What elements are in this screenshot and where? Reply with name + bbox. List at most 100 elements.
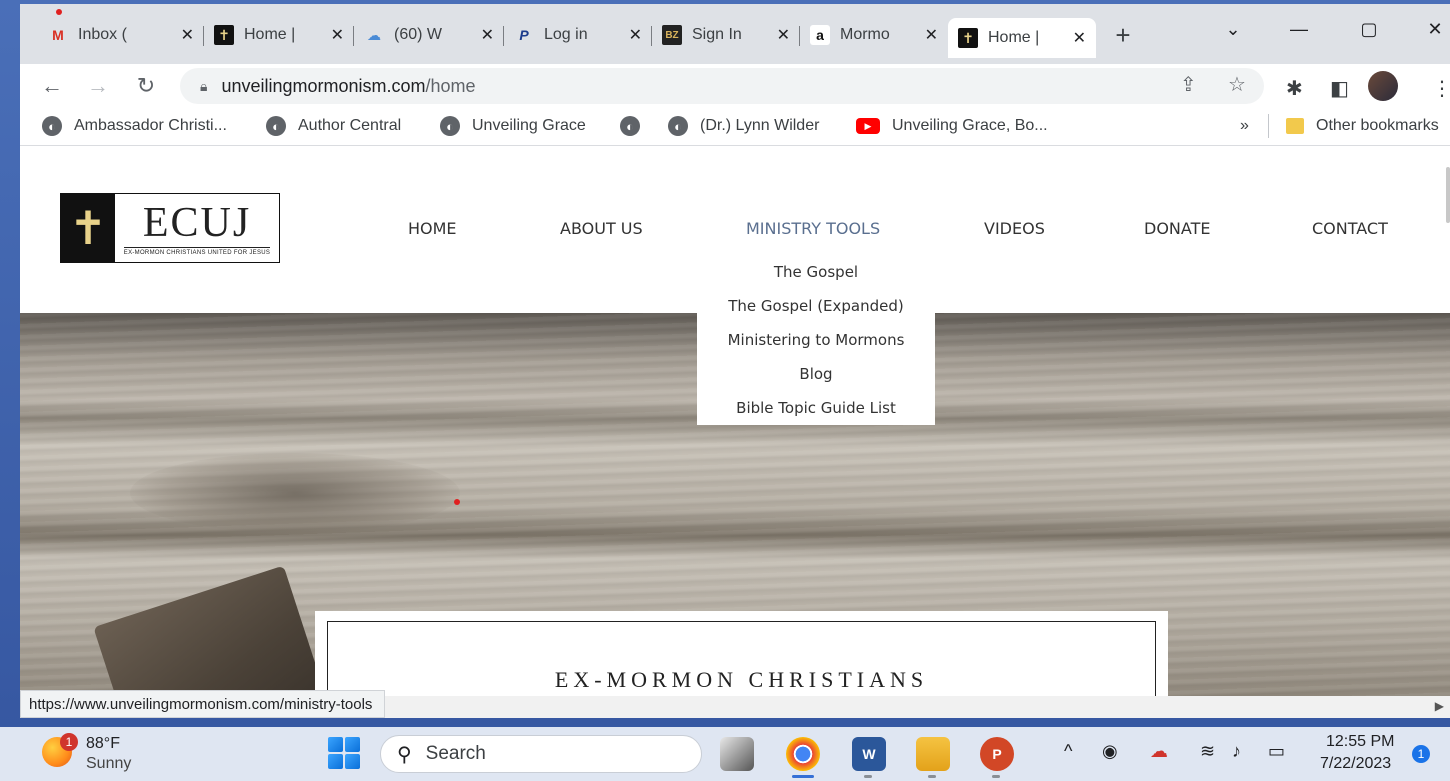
wifi-icon[interactable]: ≋ (1200, 741, 1215, 762)
globe-icon: ◐ (668, 116, 688, 136)
clock-date[interactable]: 7/22/2023 (1320, 755, 1391, 773)
nav-videos[interactable]: VIDEOS (984, 219, 1045, 238)
nav-donate[interactable]: DONATE (1144, 219, 1210, 238)
tab-title: Home | (244, 26, 296, 43)
nav-home[interactable]: HOME (408, 219, 457, 238)
bookmark-item[interactable]: ◐ Unveiling Grace (440, 114, 586, 138)
close-tab-icon[interactable]: ✕ (481, 25, 494, 45)
nav-contact[interactable]: CONTACT (1312, 219, 1388, 238)
audio-app-icon[interactable]: ◉ (1102, 741, 1118, 762)
dropdown-item-bible-topic-guide-list[interactable]: Bible Topic Guide List (697, 399, 935, 417)
tab-w[interactable]: ☁ (60) W ✕ (354, 18, 504, 52)
logo-title: ECUJ (142, 199, 252, 246)
overflow-chevron-icon: » (1240, 117, 1249, 134)
bookmark-item[interactable]: ◐ Ambassador Christi... (42, 114, 227, 138)
word-icon[interactable]: W (852, 737, 886, 771)
paypal-icon: P (519, 27, 529, 43)
tray-chevron-icon[interactable]: ^ (1064, 741, 1072, 762)
tab-signin[interactable]: BZ Sign In ✕ (652, 18, 800, 52)
folder-icon (1286, 118, 1304, 134)
new-tab-button[interactable]: + (1106, 18, 1140, 52)
other-bookmarks-label: Other bookmarks (1316, 117, 1439, 134)
tab-title: (60) W (394, 26, 442, 43)
tab-amazon[interactable]: a Mormo ✕ (800, 18, 948, 52)
close-tab-icon[interactable]: ✕ (1073, 28, 1086, 48)
reload-icon[interactable]: ↻ (130, 70, 162, 102)
nav-ministry-tools[interactable]: MINISTRY TOOLS (746, 219, 880, 238)
onedrive-error-icon[interactable]: ☁ (1150, 741, 1168, 762)
weather-condition[interactable]: Sunny (86, 755, 131, 773)
avatar[interactable] (1368, 71, 1398, 101)
tab-inbox[interactable]: M Inbox ( ✕ (38, 18, 204, 52)
dropdown-item-blog[interactable]: Blog (697, 365, 935, 383)
minimize-icon[interactable]: — (1284, 14, 1314, 44)
volume-icon[interactable]: ♪ (1232, 741, 1241, 762)
notification-badge[interactable]: 1 (1412, 745, 1430, 763)
chrome-icon[interactable] (786, 737, 820, 771)
search-icon: ⚲ (397, 743, 412, 766)
status-bar-url: https://www.unveilingmormonism.com/minis… (20, 690, 386, 718)
clock-time[interactable]: 12:55 PM (1326, 733, 1394, 751)
bookmark-item[interactable]: ◐ (620, 114, 652, 138)
forward-icon[interactable]: → (82, 70, 114, 102)
hero-text-box: EX-MORMON CHRISTIANS (315, 611, 1168, 699)
bookmark-item[interactable]: ◐ Author Central (266, 114, 401, 138)
cursor-dot (56, 9, 62, 15)
bookmark-item[interactable]: ▶ Unveiling Grace, Bo... (856, 114, 1048, 138)
battery-icon[interactable]: ▭ (1268, 741, 1285, 762)
web-page: ✝ ECUJ EX-MORMON CHRISTIANS UNITED FOR J… (20, 147, 1450, 699)
menu-icon[interactable]: ⋮ (1432, 76, 1450, 101)
bookmark-item[interactable]: ◐ (Dr.) Lynn Wilder (668, 114, 819, 138)
close-tab-icon[interactable]: ✕ (181, 25, 194, 45)
amazon-icon: a (810, 25, 830, 45)
tab-home-active[interactable]: ✝ Home | ✕ (948, 18, 1096, 58)
cross-favicon-icon: ✝ (958, 28, 978, 48)
start-tile (345, 737, 360, 752)
address-bar[interactable]: 🔒︎ unveilingmormonism.com/home ⇪ ☆ (180, 68, 1264, 104)
tab-title: Sign In (692, 26, 742, 43)
site-logo[interactable]: ✝ ECUJ EX-MORMON CHRISTIANS UNITED FOR J… (60, 193, 280, 263)
task-view-icon[interactable] (720, 737, 754, 771)
scroll-right-icon[interactable]: ▶ (1435, 699, 1444, 713)
globe-icon: ◐ (440, 116, 460, 136)
dropdown-item-the-gospel[interactable]: The Gospel (697, 263, 935, 281)
bookmark-label: (Dr.) Lynn Wilder (700, 117, 820, 134)
bookmark-label: Ambassador Christi... (74, 117, 227, 134)
bookmark-label: Author Central (298, 117, 402, 134)
tab-list: M Inbox ( ✕ ✝ Home | ✕ ☁ (60) W ✕ P Log … (38, 18, 1140, 58)
back-icon[interactable]: ← (36, 70, 68, 102)
tab-title: Mormo (840, 26, 890, 43)
globe-icon: ◐ (266, 116, 286, 136)
cross-favicon-icon: ✝ (214, 25, 234, 45)
bookmarks-bar: ◐ Ambassador Christi... ◐ Author Central… (20, 108, 1450, 146)
nav-about-us[interactable]: ABOUT US (560, 219, 643, 238)
close-tab-icon[interactable]: ✕ (925, 25, 938, 45)
file-explorer-icon[interactable] (916, 737, 950, 771)
tab-title: Inbox ( (78, 26, 127, 43)
close-tab-icon[interactable]: ✕ (777, 25, 790, 45)
page-scrollbar[interactable] (1446, 167, 1450, 223)
bookmarks-overflow-button[interactable]: » (1240, 114, 1249, 138)
extensions-icon[interactable]: ✱ (1286, 76, 1303, 101)
powerpoint-icon[interactable]: P (980, 737, 1014, 771)
taskbar-search[interactable]: ⚲ Search (380, 735, 702, 773)
lock-icon[interactable]: 🔒︎ (200, 78, 207, 95)
dropdown-item-the-gospel-expanded[interactable]: The Gospel (Expanded) (697, 297, 935, 315)
tab-login[interactable]: P Log in ✕ (504, 18, 652, 52)
close-tab-icon[interactable]: ✕ (331, 25, 344, 45)
start-button[interactable] (328, 737, 360, 769)
tab-home[interactable]: ✝ Home | ✕ (204, 18, 354, 52)
side-panel-icon[interactable]: ◧ (1330, 76, 1349, 101)
share-icon[interactable]: ⇪ (1180, 72, 1197, 97)
dropdown-item-ministering-to-mormons[interactable]: Ministering to Mormons (697, 331, 935, 349)
close-window-icon[interactable]: ✕ (1420, 14, 1450, 44)
globe-icon: ◐ (620, 116, 640, 136)
maximize-icon[interactable]: ▢ (1354, 14, 1384, 44)
address-host: unveilingmormonism.com (221, 75, 426, 96)
bookmark-star-icon[interactable]: ☆ (1228, 72, 1246, 97)
weather-temp[interactable]: 88°F (86, 735, 120, 753)
tab-search-icon[interactable]: ⌄ (1218, 14, 1248, 44)
weather-badge: 1 (60, 733, 78, 751)
other-bookmarks[interactable]: Other bookmarks (1286, 114, 1439, 138)
close-tab-icon[interactable]: ✕ (629, 25, 642, 45)
